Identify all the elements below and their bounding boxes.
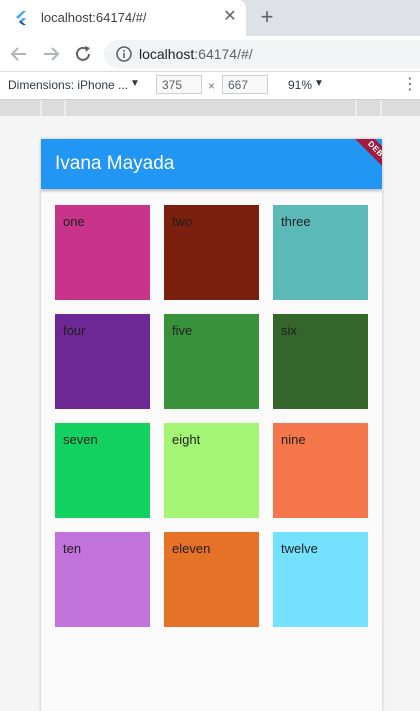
tab-title: localhost:64174/#/ [41, 10, 147, 25]
tile-label: six [281, 323, 297, 338]
tile-label: three [281, 214, 311, 229]
address-bar[interactable]: localhost:64174/#/ [104, 40, 420, 68]
app-title: Ivana Mayada [55, 153, 175, 174]
zoom-select[interactable]: 91% [288, 78, 312, 92]
tile-label: twelve [281, 541, 318, 556]
ruler-mark [355, 100, 357, 116]
tile-one: one [55, 205, 150, 300]
url-text: localhost:64174/#/ [139, 46, 253, 62]
device-frame: Ivana Mayada DEBUG one two three four fi… [41, 139, 382, 711]
tile-two: two [164, 205, 259, 300]
close-icon[interactable]: ✕ [221, 8, 239, 26]
browser-tab[interactable]: localhost:64174/#/ ✕ [0, 0, 246, 36]
flutter-icon [14, 10, 30, 26]
dimension-separator: × [208, 79, 216, 93]
tile-nine: nine [273, 423, 368, 518]
browser-toolbar: localhost:64174/#/ [0, 36, 420, 72]
tile-eleven: eleven [164, 532, 259, 627]
width-input[interactable]: 375 [156, 75, 202, 94]
url-host: localhost [139, 46, 195, 62]
tile-label: eleven [172, 541, 211, 556]
caret-down-icon[interactable]: ▼ [130, 78, 140, 89]
tile-label: nine [281, 432, 306, 447]
forward-icon[interactable] [40, 43, 62, 65]
device-toolbar: Dimensions: iPhone ... ▼ 375 × 667 91% ▼… [0, 72, 420, 100]
tile-label: one [63, 214, 85, 229]
tile-five: five [164, 314, 259, 409]
app-bar: Ivana Mayada [41, 139, 382, 189]
tile-eight: eight [164, 423, 259, 518]
ruler-mark [64, 100, 66, 116]
ruler-mark [40, 100, 42, 116]
height-input[interactable]: 667 [222, 75, 268, 94]
tile-label: four [63, 323, 86, 338]
new-tab-icon[interactable]: + [256, 6, 278, 29]
more-vert-icon[interactable]: ⋮ [402, 77, 418, 95]
back-icon[interactable] [8, 43, 30, 65]
tab-strip: localhost:64174/#/ ✕ + [0, 0, 420, 36]
tile-six: six [273, 314, 368, 409]
tile-three: three [273, 205, 368, 300]
tile-label: two [172, 214, 193, 229]
device-select[interactable]: Dimensions: iPhone ... [8, 78, 128, 92]
url-path: :64174/#/ [194, 46, 253, 62]
caret-down-icon[interactable]: ▼ [314, 78, 324, 89]
tile-seven: seven [55, 423, 150, 518]
tile-label: ten [63, 541, 82, 556]
tile-twelve: twelve [273, 532, 368, 627]
media-query-ruler [0, 100, 420, 116]
tile-ten: ten [55, 532, 150, 627]
tile-label: eight [172, 432, 201, 447]
reload-icon[interactable] [72, 43, 94, 65]
info-icon[interactable] [115, 45, 133, 63]
tile-label: five [172, 323, 193, 338]
tile-four: four [55, 314, 150, 409]
tile-label: seven [63, 432, 98, 447]
ruler-mark [380, 100, 382, 116]
